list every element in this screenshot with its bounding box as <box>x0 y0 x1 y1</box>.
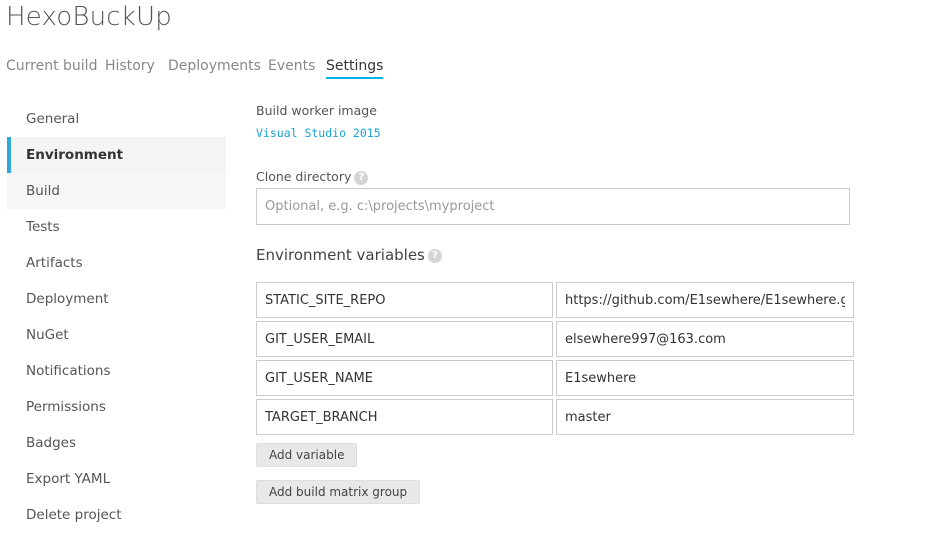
clone-directory-label-row: Clone directory? <box>256 169 369 185</box>
sidebar-item-build[interactable]: Build <box>7 173 226 209</box>
settings-sidebar: General Environment Build Tests Artifact… <box>7 101 226 533</box>
tab-settings[interactable]: Settings <box>326 58 384 79</box>
env-var-value-input[interactable] <box>556 282 854 318</box>
sidebar-item-badges[interactable]: Badges <box>7 425 226 461</box>
env-var-name-input[interactable] <box>256 321 553 357</box>
help-icon[interactable]: ? <box>427 248 442 263</box>
sidebar-item-export-yaml[interactable]: Export YAML <box>7 461 226 497</box>
add-build-matrix-group-button[interactable]: Add build matrix group <box>256 480 421 504</box>
add-variable-button[interactable]: Add variable <box>256 443 358 467</box>
sidebar-item-deployment[interactable]: Deployment <box>7 281 226 317</box>
sidebar-item-permissions[interactable]: Permissions <box>7 389 226 425</box>
sidebar-item-artifacts[interactable]: Artifacts <box>7 245 226 281</box>
sidebar-item-general[interactable]: General <box>7 101 226 137</box>
env-var-value-input[interactable] <box>556 360 854 396</box>
sidebar-item-notifications[interactable]: Notifications <box>7 353 226 389</box>
build-worker-image-value[interactable]: Visual Studio 2015 <box>256 126 381 140</box>
tab-events[interactable]: Events <box>268 58 315 74</box>
help-icon[interactable]: ? <box>354 170 369 185</box>
app-title: HexoBuckUp <box>6 2 172 32</box>
build-worker-image-label: Build worker image <box>256 103 377 118</box>
tab-history[interactable]: History <box>105 58 155 74</box>
sidebar-item-environment[interactable]: Environment <box>7 137 226 173</box>
env-var-value-input[interactable] <box>556 399 854 435</box>
env-var-value-input[interactable] <box>556 321 854 357</box>
sidebar-item-delete-project[interactable]: Delete project <box>7 497 226 533</box>
sidebar-item-tests[interactable]: Tests <box>7 209 226 245</box>
env-var-name-input[interactable] <box>256 399 553 435</box>
env-var-name-input[interactable] <box>256 282 553 318</box>
env-vars-title-row: Environment variables? <box>256 246 442 264</box>
clone-directory-label: Clone directory <box>256 169 352 184</box>
tab-deployments[interactable]: Deployments <box>168 58 261 74</box>
sidebar-item-nuget[interactable]: NuGet <box>7 317 226 353</box>
env-var-name-input[interactable] <box>256 360 553 396</box>
tab-current-build[interactable]: Current build <box>6 58 97 74</box>
env-vars-title: Environment variables <box>256 246 425 264</box>
clone-directory-input[interactable] <box>256 188 850 225</box>
